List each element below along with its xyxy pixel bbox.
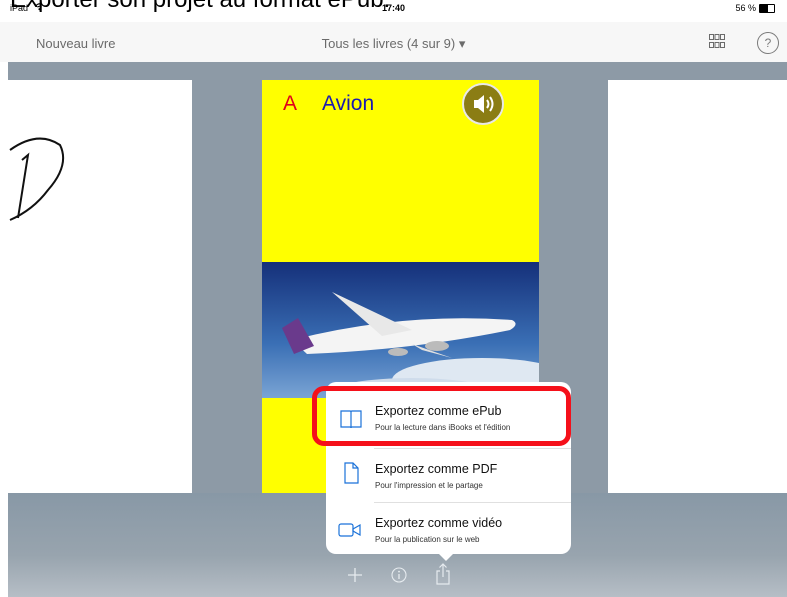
share-icon[interactable] [435,563,451,585]
clock: 17:40 [381,3,406,13]
export-option-title: Exportez comme vidéo [375,516,503,530]
document-icon [344,462,359,484]
menu-divider [374,448,571,449]
info-icon[interactable] [391,567,407,583]
next-book-page[interactable] [608,80,787,493]
grid-view-icon[interactable] [709,33,725,49]
export-option-subtitle: Pour l'impression et le partage [375,481,483,490]
bottom-toolbar [345,563,465,587]
books-title-dropdown[interactable]: Tous les livres (4 sur 9) ▾ [0,36,787,52]
cover-letter: A [283,92,298,115]
plus-icon[interactable] [347,567,363,583]
help-icon[interactable]: ? [757,32,779,54]
battery-icon [759,3,775,13]
export-option-subtitle: Pour la publication sur le web [375,535,480,544]
menu-divider [374,502,571,503]
epub-option-highlight [312,386,571,446]
sound-icon[interactable] [461,82,505,126]
export-option-title: Exportez comme PDF [375,462,498,476]
battery-status: 56 % [735,3,775,13]
battery-percent: 56 % [735,3,756,13]
video-camera-icon [338,523,361,537]
export-pdf-option[interactable]: Exportez comme PDF Pour l'impression et … [326,452,571,504]
popover-arrow [437,552,455,561]
airplane-photo [262,262,539,398]
navigation-bar: Nouveau livre Tous les livres (4 sur 9) … [0,22,787,62]
handwritten-number-drawing [9,137,64,221]
cover-title: Avion [322,92,375,115]
status-bar: iPad 17:40 56 % [0,0,787,18]
export-video-option[interactable]: Exportez comme vidéo Pour la publication… [326,506,571,558]
